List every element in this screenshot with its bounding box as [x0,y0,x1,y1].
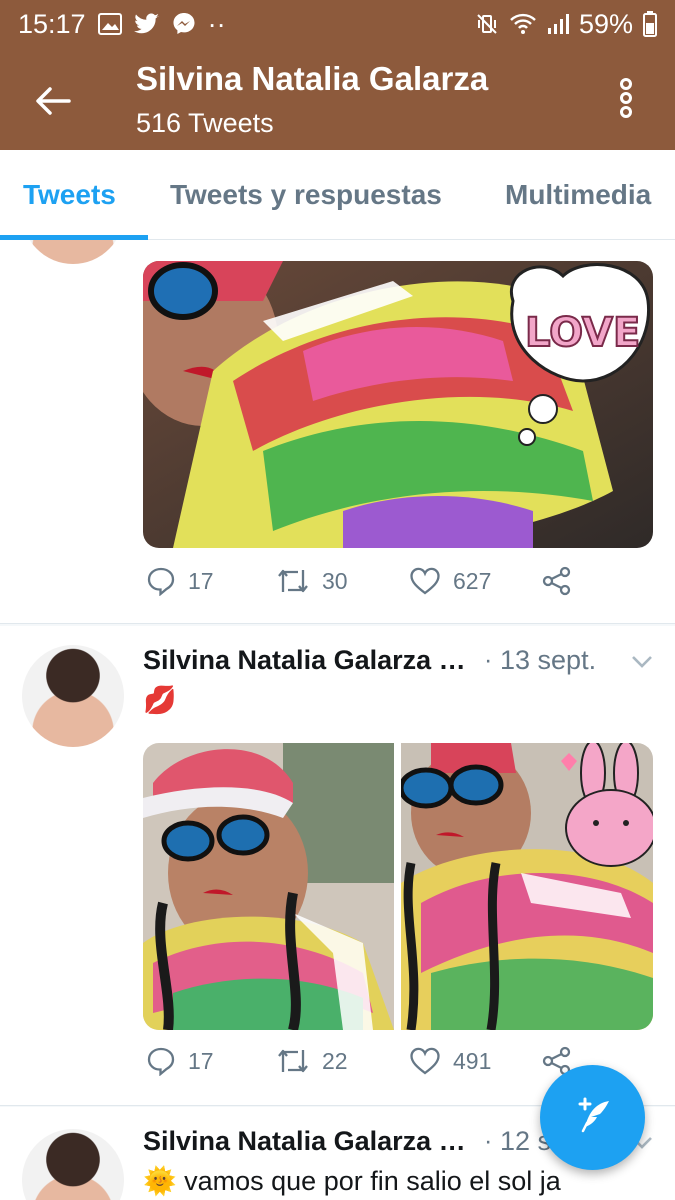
share-icon [541,566,573,596]
tweet-photo[interactable]: LOVE [143,261,653,548]
compose-tweet-button[interactable] [540,1065,645,1170]
wifi-icon [509,13,537,35]
avatar[interactable] [22,1129,124,1200]
like-count: 627 [453,567,492,594]
separator-dot: · [484,1127,493,1155]
tweet-actions: 17 22 491 [143,1046,583,1086]
reply-action[interactable]: 17 [146,1046,214,1076]
chevron-down-icon[interactable] [630,650,654,674]
tweet-count: 516 Tweets [136,108,274,138]
retweet-count: 30 [322,567,348,594]
signal-icon [547,13,569,35]
tweet-feed[interactable]: LOVE 17 30 627 Silvina Natalia Galarza …… [0,240,675,1200]
separator-dot: · [484,646,493,674]
profile-name-title: Silvina Natalia Galarza [136,60,489,97]
profile-header: Silvina Natalia Galarza 516 Tweets [0,48,675,150]
tweet[interactable]: LOVE 17 30 627 [0,240,675,624]
retweet-icon [276,566,310,596]
like-count: 491 [453,1047,492,1074]
tweet-actions: 17 30 627 [143,566,583,606]
reply-count: 17 [188,1047,214,1074]
avatar[interactable] [22,240,124,264]
tab-tweets-and-replies[interactable]: Tweets y respuestas [170,150,442,240]
profile-tabs: Tweets Tweets y respuestas Multimedia [0,150,675,240]
more-notifications-dots: ·· [207,8,226,39]
tab-media[interactable]: Multimedia [505,150,651,240]
tweet-text: 🌞 vamos que por fin salio el sol ja [143,1166,561,1196]
heart-icon [409,566,441,596]
share-action[interactable] [541,566,573,596]
tweet-author[interactable]: Silvina Natalia Galarza … [143,1126,466,1157]
heart-icon [409,1046,441,1076]
tweet-photo[interactable] [143,743,394,1030]
gallery-icon [97,13,122,35]
retweet-action[interactable]: 22 [276,1046,348,1076]
compose-feather-icon [571,1093,615,1142]
status-time: 15:17 [18,8,86,39]
battery-percent: 59% [578,8,633,39]
overflow-menu-icon[interactable] [610,76,642,120]
love-sticker-text: LOVE [525,310,640,356]
reply-icon [146,566,176,596]
retweet-action[interactable]: 30 [276,566,348,596]
battery-icon [643,11,657,37]
like-action[interactable]: 627 [409,566,491,596]
tweet-photo[interactable] [401,743,653,1030]
back-arrow-icon[interactable] [30,78,76,124]
tweet-date[interactable]: 13 sept. [500,645,596,676]
reply-icon [146,1046,176,1076]
status-bar: 15:17 ·· 59% [0,0,675,48]
tweet-text: 💋 [143,685,177,715]
tab-tweets[interactable]: Tweets [23,150,116,240]
retweet-count: 22 [322,1047,348,1074]
reply-action[interactable]: 17 [146,566,214,596]
reply-count: 17 [188,567,214,594]
tweet-author[interactable]: Silvina Natalia Galarza … [143,645,466,676]
tweet[interactable]: Silvina Natalia Galarza … · 13 sept. 💋 1… [0,626,675,1106]
avatar[interactable] [22,645,124,747]
twitter-icon [133,13,160,35]
messenger-icon [172,12,196,36]
like-action[interactable]: 491 [409,1046,491,1076]
retweet-icon [276,1046,310,1076]
vibrate-mute-icon [475,12,499,36]
